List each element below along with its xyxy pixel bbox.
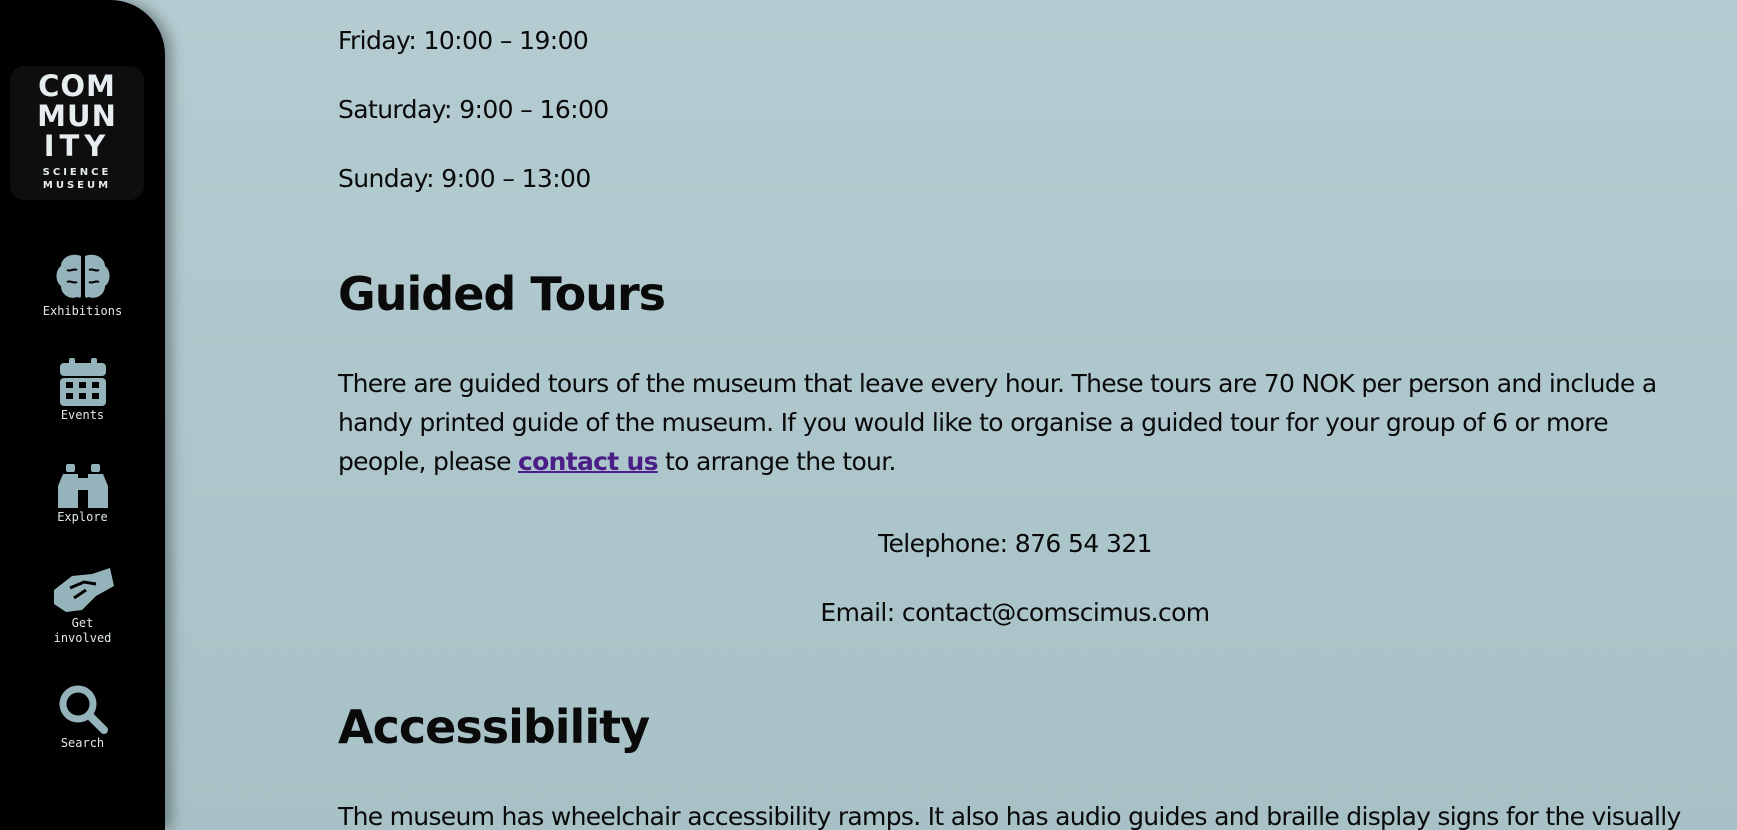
guided-tours-text-end: to arrange the tour. <box>657 447 896 476</box>
logo-sub-science: SCIENCE <box>43 167 112 178</box>
nav-label-search: Search <box>60 736 105 750</box>
telephone-line: Telephone: 876 54 321 <box>878 529 1152 558</box>
handshake-icon <box>53 568 114 612</box>
logo-line-2: MUN <box>37 99 117 133</box>
nav-label-events: Events <box>60 408 105 422</box>
accessibility-paragraph: The museum has wheelchair accessibility … <box>338 802 1681 830</box>
email-line: Email: contact@comscimus.com <box>820 598 1210 627</box>
calendar-icon <box>59 358 106 406</box>
nav-label-exhibitions: Exhibitions <box>42 304 123 318</box>
search-icon <box>59 685 108 734</box>
nav-label-get-involved: Get involved <box>53 616 112 645</box>
logo-line-3: ITY <box>44 129 111 163</box>
nav-item-get-involved[interactable]: Get involved <box>0 566 165 646</box>
guided-tours-paragraph: There are guided tours of the museum tha… <box>338 364 1688 481</box>
logo-line-1: COM <box>38 69 116 103</box>
sidebar: COM MUN ITY SCIENCE MUSEUM Exhibitions E… <box>0 0 165 830</box>
brain-icon <box>56 254 109 298</box>
accessibility-heading: Accessibility <box>338 700 650 754</box>
hours-friday: Friday: 10:00 – 19:00 <box>338 26 589 55</box>
logo-sub-museum: MUSEUM <box>43 180 111 191</box>
contact-us-link[interactable]: contact us <box>518 447 658 476</box>
nav-label-explore: Explore <box>57 510 108 524</box>
nav-item-explore[interactable]: Explore <box>0 464 165 525</box>
hours-saturday: Saturday: 9:00 – 16:00 <box>338 95 609 124</box>
nav-item-events[interactable]: Events <box>0 358 165 423</box>
binoculars-icon <box>57 464 108 508</box>
community-science-museum-logo[interactable]: COM MUN ITY SCIENCE MUSEUM <box>10 66 144 200</box>
hours-sunday: Sunday: 9:00 – 13:00 <box>338 164 591 193</box>
nav-item-search[interactable]: Search <box>0 684 165 751</box>
logo-mark: COM MUN ITY SCIENCE MUSEUM <box>37 69 117 191</box>
nav-item-exhibitions[interactable]: Exhibitions <box>0 252 165 319</box>
guided-tours-heading: Guided Tours <box>338 267 666 321</box>
